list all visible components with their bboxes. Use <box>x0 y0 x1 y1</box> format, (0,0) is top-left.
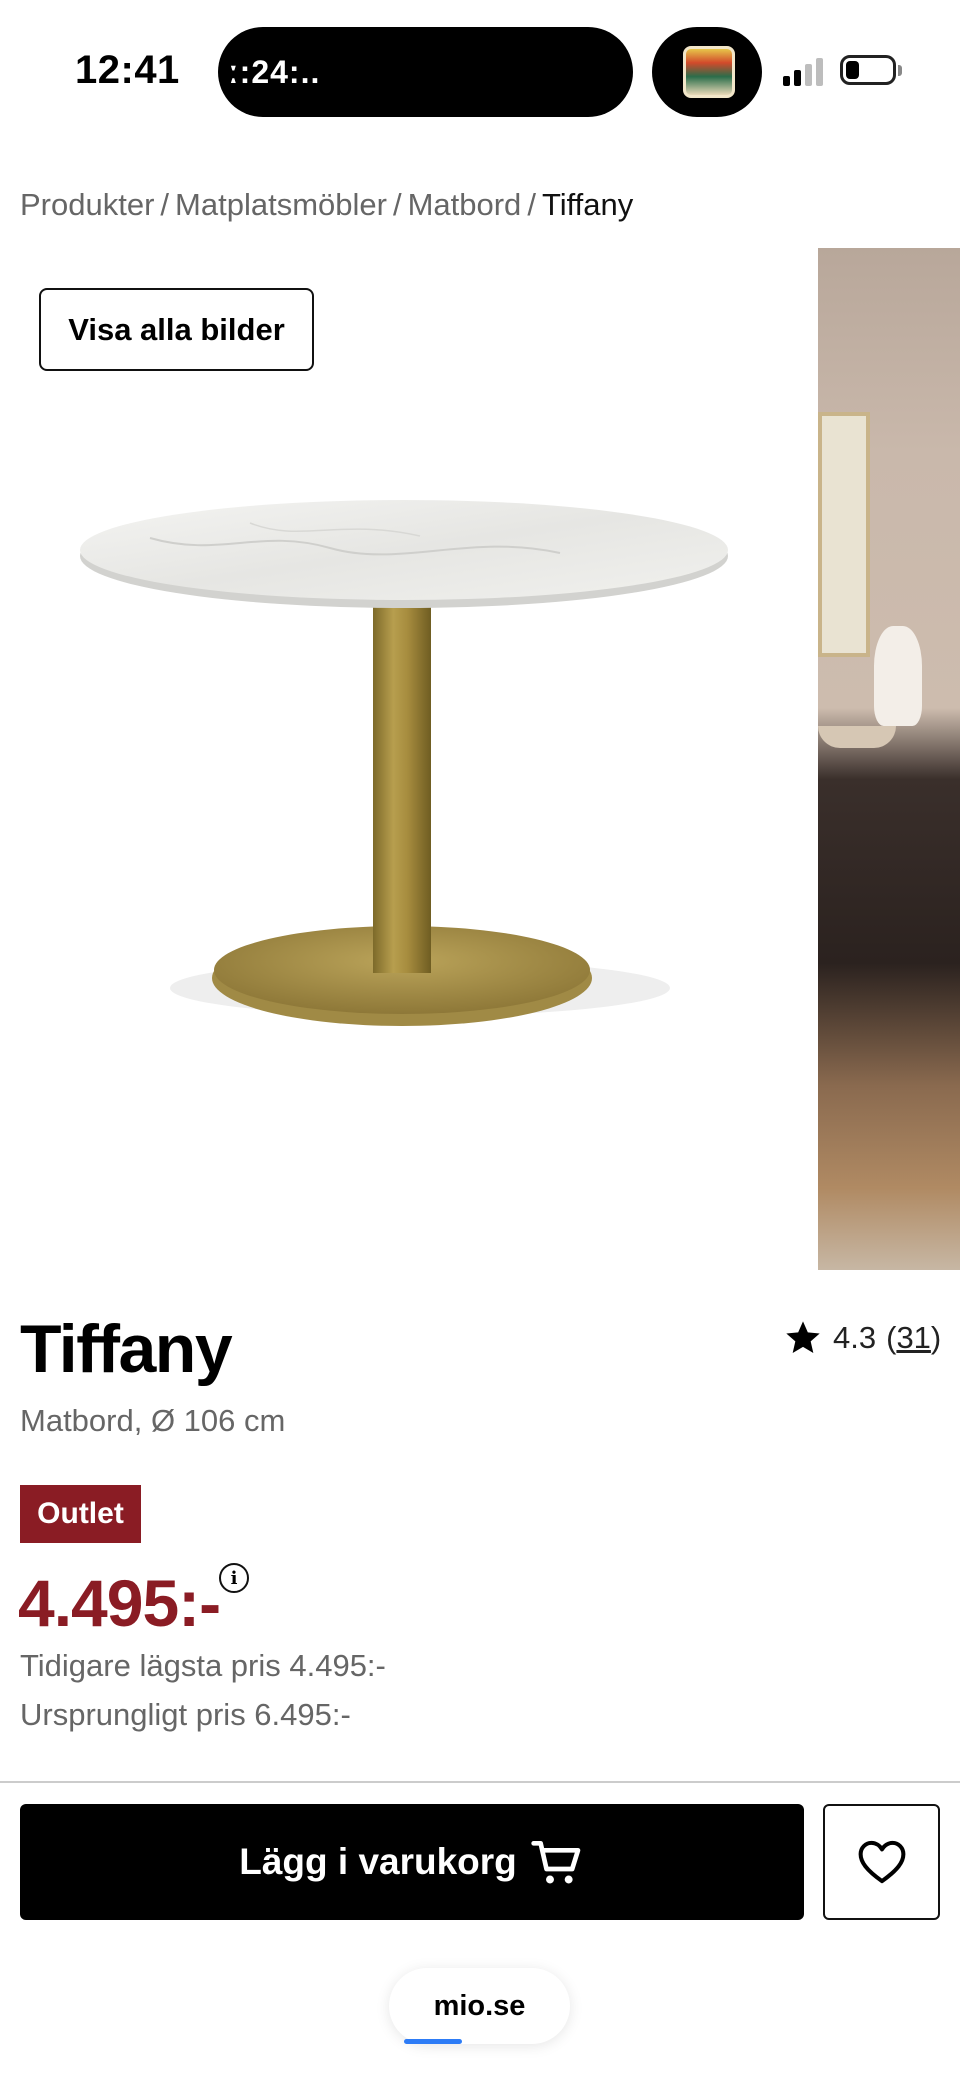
breadcrumb-item-matplatsmobler[interactable]: Matplatsmöbler <box>175 187 387 222</box>
show-all-images-button[interactable]: Visa alla bilder <box>39 288 314 371</box>
vase-decor <box>874 626 922 726</box>
status-time: 12:41 <box>75 48 180 92</box>
original-price: Ursprungligt pris 6.495:- <box>20 1697 351 1732</box>
status-bar: 12:41 ː:24:.. <box>0 0 960 130</box>
rating-count-close: ) <box>930 1320 942 1355</box>
browser-url-text: mio.se <box>433 1989 526 2022</box>
cart-icon <box>531 1841 581 1884</box>
wishlist-button[interactable] <box>823 1804 940 1920</box>
product-price: 4.495:- <box>18 1566 221 1640</box>
info-icon[interactable]: i <box>219 1563 249 1593</box>
bowl-decor <box>818 726 896 748</box>
action-bar-divider <box>0 1781 960 1783</box>
breadcrumb-current: Tiffany <box>541 187 634 222</box>
product-title: Tiffany <box>20 1311 233 1387</box>
add-to-cart-label: Lägg i varukorg <box>239 1841 517 1882</box>
artwork-frame-decor <box>818 412 870 657</box>
product-gallery[interactable]: Visa alla bilder <box>0 248 960 1270</box>
heart-icon <box>858 1840 905 1884</box>
dynamic-island[interactable]: ː:24:.. <box>218 27 633 117</box>
product-rating[interactable]: 4.3 (31) <box>783 1318 941 1358</box>
island-timer-text: ː:24:.. <box>228 54 321 90</box>
outlet-badge: Outlet <box>20 1485 141 1543</box>
secondary-product-image[interactable] <box>818 248 960 1270</box>
breadcrumb-item-produkter[interactable]: Produkter <box>20 187 154 222</box>
rating-count-link[interactable]: 31 <box>896 1320 930 1356</box>
rating-value: 4.3 <box>833 1320 877 1355</box>
rating-count-open: ( <box>886 1320 897 1355</box>
now-playing-island[interactable] <box>652 27 762 117</box>
battery-icon <box>840 55 896 85</box>
page-load-progress <box>404 2039 462 2044</box>
battery-cap-icon <box>898 65 902 76</box>
breadcrumb-item-matbord[interactable]: Matbord <box>408 187 522 222</box>
album-art-icon <box>683 46 735 98</box>
breadcrumb-separator: / <box>392 187 402 222</box>
browser-url-bar[interactable]: mio.se <box>389 1968 570 2044</box>
breadcrumb-separator: / <box>527 187 536 222</box>
star-icon <box>786 1321 820 1353</box>
product-image[interactable]: Visa alla bilder <box>0 248 800 1270</box>
cellular-signal-icon <box>783 58 823 86</box>
breadcrumb: Produkter / Matplatsmöbler / Matbord / Tiffany <box>20 187 633 223</box>
breadcrumb-separator: / <box>160 187 170 222</box>
add-to-cart-button[interactable]: Lägg i varukorg <box>20 1804 804 1920</box>
table-illustration <box>80 500 728 1026</box>
previous-lowest-price: Tidigare lägsta pris 4.495:- <box>20 1648 386 1683</box>
product-subtitle: Matbord, Ø 106 cm <box>20 1403 286 1438</box>
